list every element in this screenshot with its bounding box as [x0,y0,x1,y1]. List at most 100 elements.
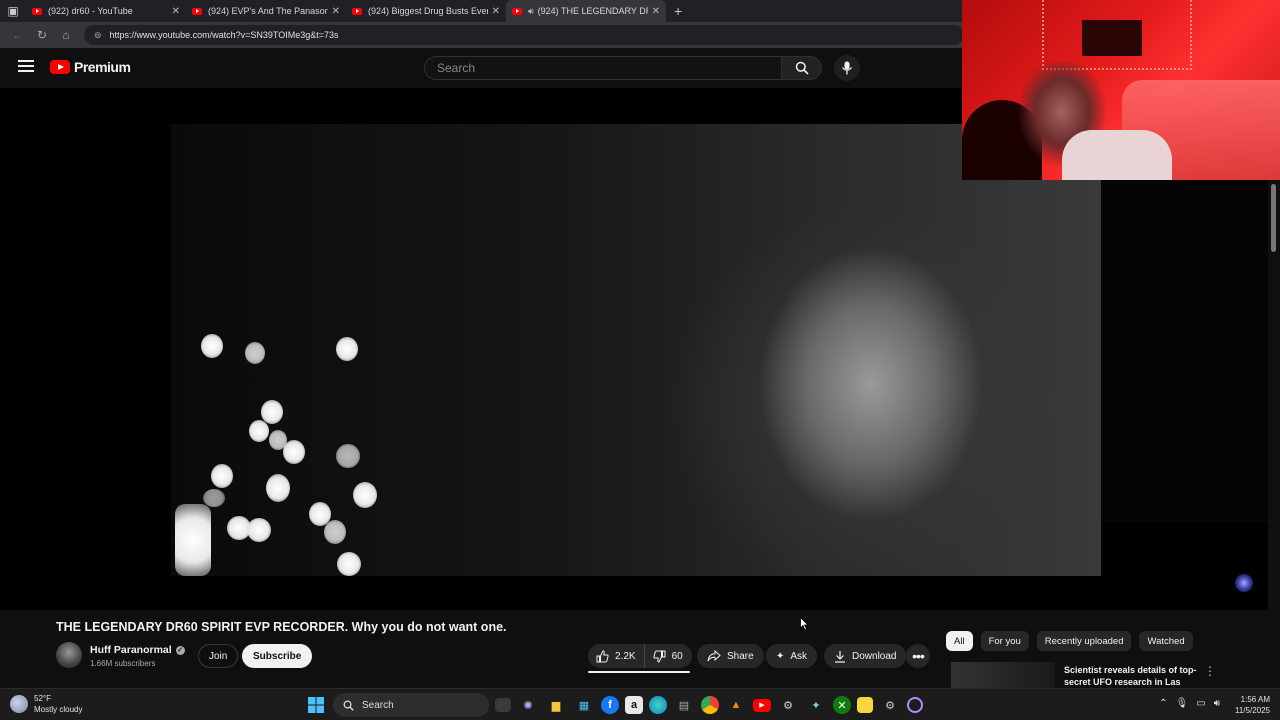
recommendation-menu-icon[interactable]: ⋮ [1204,664,1216,678]
tab-title: (924) Biggest Drug Busts Ever | Cr [368,6,488,16]
search-input[interactable] [437,61,781,75]
copilot-icon[interactable]: ✺ [517,694,539,716]
calculator-icon[interactable]: ▤ [673,694,695,716]
webcam-overlay [962,0,1280,180]
home-icon[interactable]: ⌂ [54,23,78,47]
amazon-icon[interactable]: a [625,696,643,714]
url-field[interactable]: ⊜ https://www.youtube.com/watch?v=SN39TO… [84,25,964,45]
search-icon [343,700,354,711]
hamburger-menu-icon[interactable] [18,60,34,74]
tab-title: (924) EVP's And The Panasonic DR60 [208,6,328,16]
join-button[interactable]: Join [198,644,239,668]
weather-temp: 52°F [34,694,51,703]
browser-tab-2[interactable]: (924) EVP's And The Panasonic DR60 ✕ [186,0,346,22]
show-hidden-icons-chevron-icon[interactable]: ⌃ [1159,698,1167,709]
tab-close-icon[interactable]: ✕ [172,6,180,17]
tab-close-icon[interactable]: ✕ [652,6,660,17]
ask-label: Ask [790,650,808,662]
search-box [424,56,782,80]
tab-close-icon[interactable]: ✕ [332,6,340,17]
network-icon[interactable]: ▭ [1196,698,1205,709]
browser-tab-4-active[interactable]: 🔊︎ (924) THE LEGENDARY DR60 ✕ [506,0,666,22]
channel-name-link[interactable]: Huff Paranormal ✓ [90,644,185,656]
app-icon[interactable]: ✦ [805,694,827,716]
like-button[interactable]: 2.2K [588,644,645,668]
reload-icon[interactable]: ↻ [30,23,54,47]
youtube-favicon-icon [512,7,522,15]
chip-for-you[interactable]: For you [980,631,1029,651]
site-info-icon[interactable]: ⊜ [94,30,102,41]
search-button[interactable] [782,56,822,80]
channel-name: Huff Paranormal [90,644,172,656]
youtube-favicon-icon [192,7,202,15]
taskbar-search[interactable]: Search [333,693,489,717]
cloudy-weather-icon [10,695,28,713]
microphone-tray-icon[interactable]: 🎙︎ [1176,698,1189,709]
ask-button[interactable]: ✦ Ask [766,644,818,668]
youtube-favicon-icon [32,7,42,15]
thumbs-down-icon [652,650,666,663]
youtube-app-icon[interactable]: ▶ [753,698,771,712]
facebook-icon[interactable]: f [601,696,619,714]
system-tray: ⌃ 🎙︎ ▭ 🔊︎ [1159,698,1220,709]
mouse-cursor-icon [800,617,809,631]
new-tab-icon[interactable]: + [674,3,682,19]
subscribe-button[interactable]: Subscribe [242,644,313,668]
like-ratio-underline [588,671,690,673]
download-icon [835,650,845,663]
chip-watched[interactable]: Watched [1139,631,1193,651]
dislike-button[interactable]: 60 [645,650,691,663]
microsoft-store-icon[interactable]: ▦ [573,694,595,716]
voice-search-button[interactable] [834,55,860,81]
windows-start-icon[interactable] [305,694,327,716]
video-title: THE LEGENDARY DR60 SPIRIT EVP RECORDER. … [56,620,507,634]
browser-tab-1[interactable]: (922) dr60 - YouTube ✕ [26,0,186,22]
share-label: Share [727,650,754,662]
recommendation-chips: All For you Recently uploaded Watched [946,631,1193,651]
sticky-notes-icon[interactable] [857,697,873,713]
verified-check-icon: ✓ [175,645,185,655]
video-frame[interactable] [171,124,1101,576]
like-dislike-group: 2.2K 60 [588,644,692,668]
like-count: 2.2K [615,650,636,662]
recommendation-thumbnail[interactable] [951,662,1055,690]
file-explorer-icon[interactable]: ▆ [545,694,567,716]
player-glow-indicator [1235,574,1253,592]
thumbs-up-icon [596,649,609,662]
youtube-premium-logo[interactable]: Premium [50,59,131,75]
vlc-icon[interactable]: ▲ [725,694,747,716]
youtube-favicon-icon [352,7,362,15]
recommendation-title[interactable]: Scientist reveals details of top-secret … [1064,664,1202,688]
clock-time: 1:56 AM [1240,695,1270,704]
task-view-icon[interactable] [495,698,511,712]
volume-icon[interactable]: 🔊︎ [1214,698,1220,709]
channel-avatar[interactable] [56,642,82,668]
taskbar-clock[interactable]: 1:56 AM 11/5/2025 [1235,694,1270,716]
download-button[interactable]: Download [824,644,907,668]
taskbar-search-label: Search [362,699,394,711]
share-button[interactable]: Share [697,644,764,668]
xbox-icon[interactable]: ✕ [833,696,851,714]
chrome-icon[interactable] [701,696,719,714]
search-icon [795,61,809,75]
scrollbar-thumb[interactable] [1271,184,1276,252]
more-dots-icon: ••• [912,648,925,664]
download-label: Download [852,650,897,662]
chip-recently-uploaded[interactable]: Recently uploaded [1036,631,1132,651]
settings-icon[interactable]: ⚙ [879,694,901,716]
speaker-icon[interactable]: 🔊︎ [528,6,534,17]
page-scrollbar[interactable] [1268,180,1280,610]
browser-tab-3[interactable]: (924) Biggest Drug Busts Ever | Cr ✕ [346,0,506,22]
tab-actions-menu-icon[interactable]: ▣ [0,0,26,22]
chip-all[interactable]: All [946,631,973,651]
obs-icon[interactable] [907,697,923,713]
back-arrow-icon[interactable]: ← [6,23,30,47]
microphone-icon [841,61,853,75]
more-actions-button[interactable]: ••• [906,644,930,668]
subscriber-count: 1.66M subscribers [90,659,156,668]
taskbar-apps: Search ✺ ▆ ▦ f a ▤ ▲ ▶ ⚙ ✦ ✕ ⚙ [305,693,923,717]
edge-browser-icon[interactable] [649,696,667,714]
weather-widget[interactable]: 52°F Mostly cloudy [10,693,82,715]
tab-close-icon[interactable]: ✕ [492,6,500,17]
steam-icon[interactable]: ⚙ [777,694,799,716]
